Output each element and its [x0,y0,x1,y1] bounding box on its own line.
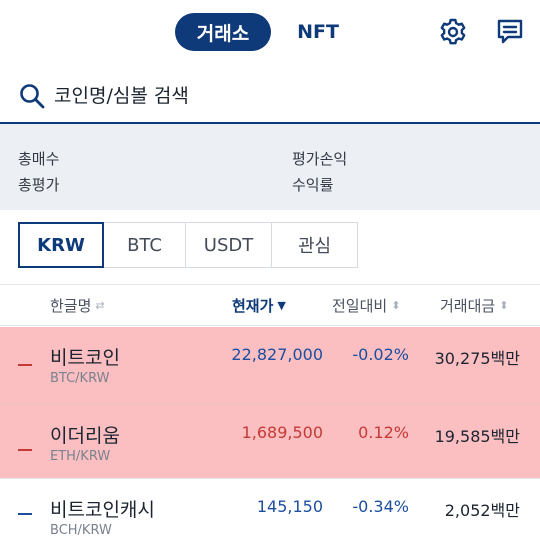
coin-volume: 30,275백만 [434,349,520,368]
sort-icon: ⬍ [391,299,401,312]
col-price-sort[interactable]: 현재가 ▼ [232,295,286,316]
coin-row-eth[interactable]: 이더리움 ETH/KRW 1,689,500 0.12% 19,585백만 [0,405,540,478]
coin-change: -0.02% [352,345,409,364]
coin-price: 145,150 [256,497,323,516]
top-header: 거래소 NFT [0,0,540,64]
coin-change: -0.34% [352,497,409,516]
col-price-label: 현재가 [232,297,274,315]
col-change-label: 전일대비 [332,297,388,315]
total-eval-label: 총평가 [18,176,60,194]
coin-change: 0.12% [358,423,409,442]
search-input[interactable] [54,78,494,114]
col-name-sort[interactable]: 한글명 ⇄ [50,295,105,316]
col-name-label: 한글명 [50,297,92,315]
search-icon [20,84,45,109]
coin-symbol: ETH/KRW [50,449,111,464]
coin-symbol: BCH/KRW [50,523,112,538]
coin-price: 1,689,500 [241,423,323,442]
message-icon[interactable] [495,17,525,47]
coin-symbol: BTC/KRW [50,371,110,386]
gear-icon[interactable] [438,17,468,47]
market-tabs: KRW BTC USDT 관심 [18,222,358,268]
coin-name: 비트코인캐시 [50,499,155,521]
asset-summary: 총매수 총평가 평가손익 수익률 [0,124,540,210]
swap-sort-icon: ⇄ [95,299,105,312]
col-change-sort[interactable]: 전일대비 ⬍ [332,295,400,316]
return-rate-label: 수익률 [292,176,334,194]
coin-name: 비트코인 [50,347,120,369]
sort-icon: ⬍ [499,299,509,312]
col-volume-sort[interactable]: 거래대금 ⬍ [440,295,508,316]
coin-price: 22,827,000 [231,345,323,364]
coin-volume: 2,052백만 [444,501,520,520]
eval-pl-label: 평가손익 [292,150,348,168]
total-buy-label: 총매수 [18,150,60,168]
mini-candle-icon [18,347,32,383]
tab-exchange[interactable]: 거래소 [175,13,271,51]
mini-candle-icon [18,499,32,535]
tab-krw[interactable]: KRW [18,222,104,268]
coin-list-header: 한글명 ⇄ 현재가 ▼ 전일대비 ⬍ 거래대금 ⬍ [0,284,540,326]
coin-name: 이더리움 [50,425,120,447]
tab-usdt[interactable]: USDT [186,222,272,268]
coin-volume: 19,585백만 [434,427,520,446]
sort-desc-icon: ▼ [277,299,286,312]
col-volume-label: 거래대금 [440,297,496,315]
mini-candle-icon [18,425,32,461]
coin-row-btc[interactable]: 비트코인 BTC/KRW 22,827,000 -0.02% 30,275백만 [0,327,540,404]
tab-btc[interactable]: BTC [104,222,186,268]
coin-row-bch[interactable]: 비트코인캐시 BCH/KRW 145,150 -0.34% 2,052백만 [0,479,540,556]
tab-favorites[interactable]: 관심 [272,222,358,268]
tab-nft[interactable]: NFT [290,13,346,51]
